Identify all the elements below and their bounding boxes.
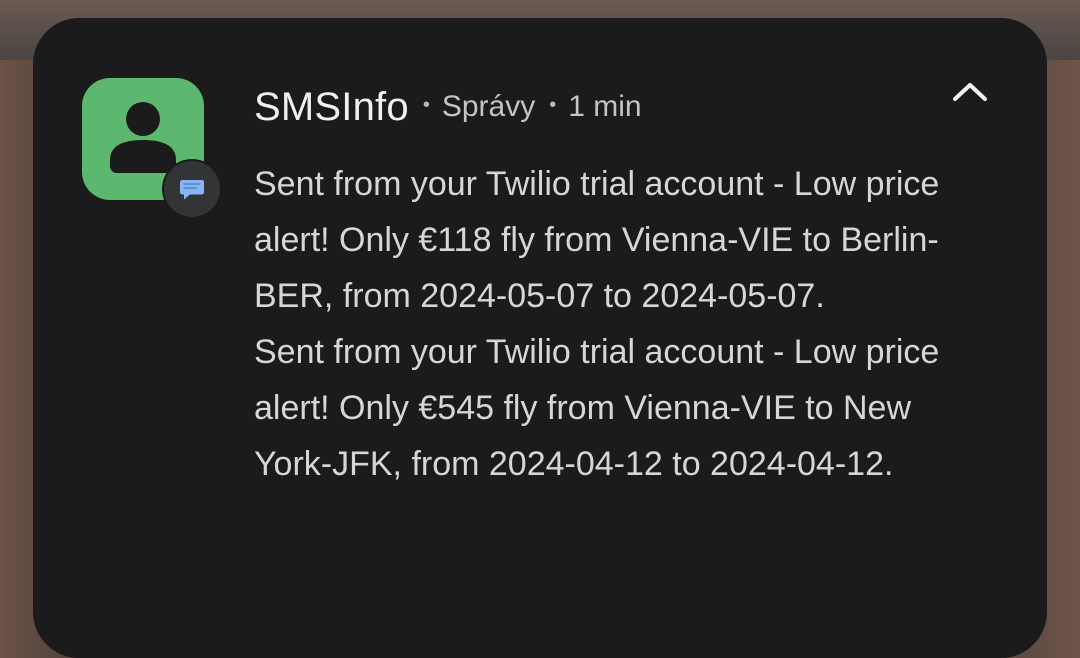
chevron-up-icon — [953, 83, 987, 101]
collapse-button[interactable] — [940, 66, 1000, 118]
notification-header: SMSInfo • Správy • 1 min — [254, 82, 642, 132]
message-text: Sent from your Twilio trial account - Lo… — [254, 333, 940, 483]
message-badge — [164, 161, 220, 217]
notification-time: 1 min — [568, 90, 642, 123]
chat-bubble-icon — [180, 180, 204, 200]
header-separator: • — [549, 93, 557, 116]
header-separator: • — [422, 93, 430, 116]
message-text: Sent from your Twilio trial account - Lo… — [254, 165, 940, 315]
app-name: SMSInfo — [254, 84, 409, 129]
notification-category: Správy — [441, 90, 536, 123]
message-list: Sent from your Twilio trial account - Lo… — [254, 156, 994, 492]
